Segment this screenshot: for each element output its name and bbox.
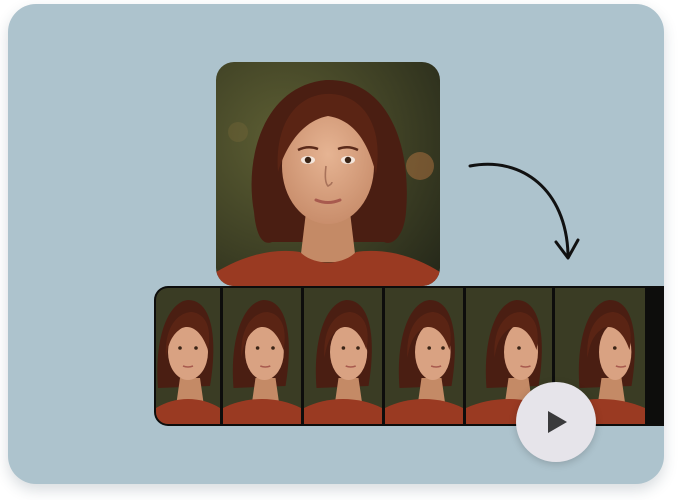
filmstrip-frame bbox=[156, 288, 220, 424]
play-button[interactable] bbox=[516, 382, 596, 462]
filmstrip-frame bbox=[385, 288, 463, 424]
curved-arrow-icon bbox=[468, 162, 580, 260]
filmstrip-frame bbox=[223, 288, 301, 424]
filmstrip-frame bbox=[304, 288, 382, 424]
portrait-image bbox=[216, 62, 440, 286]
play-icon bbox=[548, 411, 567, 433]
